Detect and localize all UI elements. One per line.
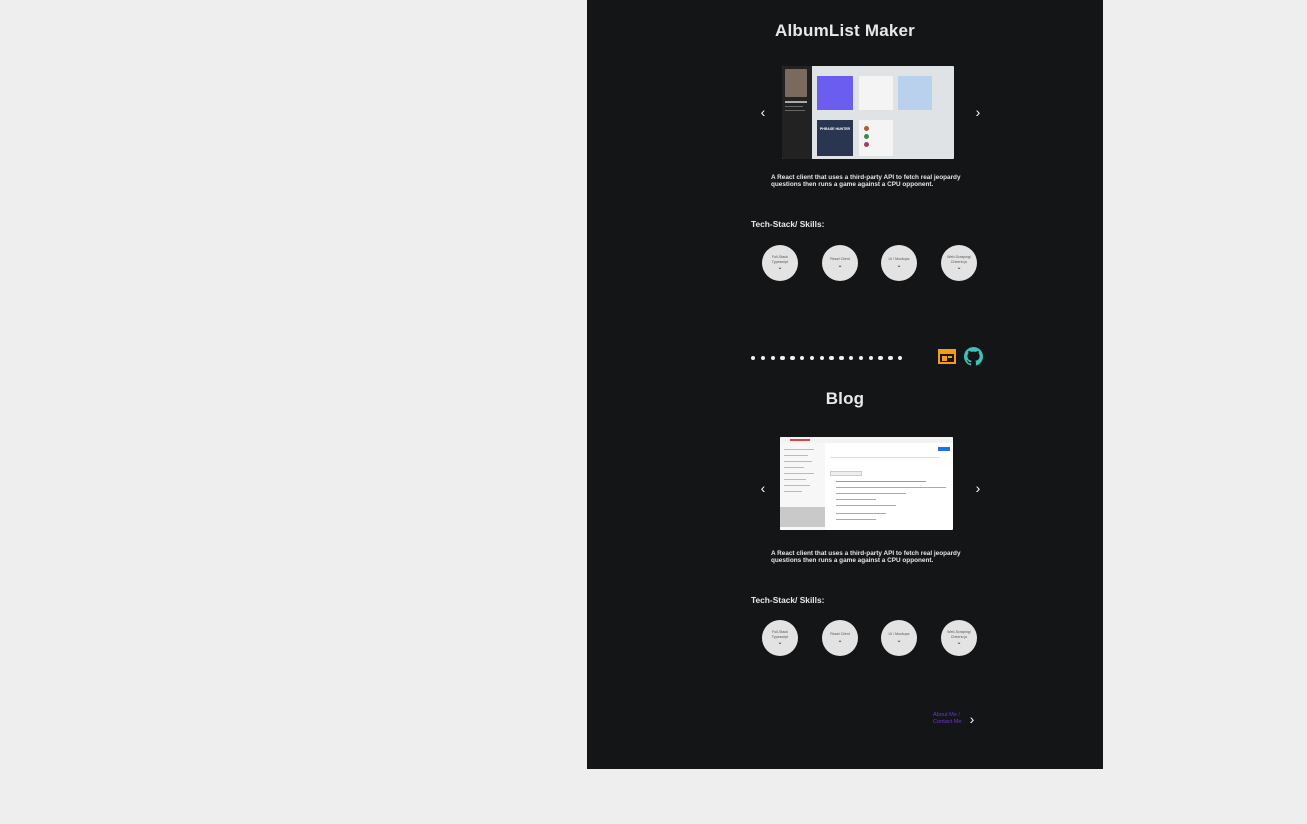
chevron-left-icon: ‹ — [760, 480, 766, 496]
skill-label: UI / Mockups — [888, 257, 910, 262]
github-link[interactable] — [964, 347, 983, 366]
pagination-dot[interactable] — [760, 356, 766, 361]
browser-window-icon — [938, 349, 956, 364]
skill-label: React Client — [830, 257, 850, 262]
chevron-down-icon: ⌄ — [896, 262, 902, 269]
pagination-dot[interactable] — [898, 356, 903, 361]
project-title: Blog — [825, 389, 865, 408]
project-screenshot — [780, 437, 953, 530]
chevron-down-icon: ⌄ — [837, 637, 843, 644]
skill-bubble[interactable]: React Client ⌄ — [822, 620, 858, 656]
carousel-prev-button[interactable]: ‹ — [757, 480, 769, 496]
pagination-dot[interactable] — [751, 356, 756, 361]
carousel-prev-button[interactable]: ‹ — [757, 104, 769, 120]
skill-label: React Client — [830, 632, 850, 637]
chevron-right-icon: › — [975, 104, 981, 120]
pagination-dot[interactable] — [829, 356, 834, 361]
pagination-dot[interactable] — [780, 356, 785, 361]
portfolio-frame: AlbumList Maker ‹ PHRASE HUNTER › A Reac… — [587, 0, 1103, 769]
website-link[interactable] — [938, 349, 956, 364]
tech-stack-label: Tech-Stack/ Skills: — [751, 219, 825, 229]
chevron-left-icon: ‹ — [760, 104, 766, 120]
pagination-dot[interactable] — [809, 356, 815, 361]
skill-bubble[interactable]: Web-Scraping/ Cheerio.js ⌄ — [941, 620, 977, 656]
chevron-down-icon: ⌄ — [956, 264, 962, 271]
skill-label: Web-Scraping/ Cheerio.js — [947, 630, 971, 639]
skill-label: Web-Scraping/ Cheerio.js — [947, 255, 971, 264]
pagination-dot[interactable] — [849, 356, 854, 361]
pagination-dot[interactable] — [770, 356, 775, 361]
project-title: AlbumList Maker — [775, 21, 915, 40]
carousel-next-button[interactable]: › — [972, 104, 984, 120]
chevron-right-icon: › — [975, 480, 981, 496]
skill-bubble[interactable]: Web-Scraping/ Cheerio.js ⌄ — [941, 245, 977, 281]
project-description: A React client that uses a third-party A… — [771, 174, 961, 189]
contact-link-line1: About Me / — [933, 712, 961, 718]
pagination-dot[interactable] — [790, 356, 795, 361]
tech-stack-label: Tech-Stack/ Skills: — [751, 595, 825, 605]
chevron-down-icon: ⌄ — [956, 639, 962, 646]
pagination-dot[interactable] — [839, 356, 844, 361]
skill-bubble[interactable]: Full-Stack Typescript ⌄ — [762, 245, 798, 281]
pagination-dot[interactable] — [888, 356, 893, 361]
chevron-right-icon: › — [969, 711, 975, 727]
skill-label: UI / Mockups — [888, 632, 910, 637]
pagination-dot[interactable] — [800, 356, 805, 361]
skill-bubble[interactable]: UI / Mockups ⌄ — [881, 620, 917, 656]
chevron-down-icon: ⌄ — [837, 262, 843, 269]
chevron-down-icon: ⌄ — [777, 639, 783, 646]
pagination-dot[interactable] — [819, 356, 824, 361]
skill-bubble[interactable]: UI / Mockups ⌄ — [881, 245, 917, 281]
pagination-dot[interactable] — [878, 356, 883, 361]
skill-bubble[interactable]: React Client ⌄ — [822, 245, 858, 281]
skill-label: Full-Stack Typescript — [771, 630, 789, 639]
pagination-dot[interactable] — [858, 356, 864, 361]
chevron-down-icon: ⌄ — [777, 264, 783, 271]
skill-bubble[interactable]: Full-Stack Typescript ⌄ — [762, 620, 798, 656]
pagination-dot[interactable] — [868, 356, 873, 361]
project-screenshot: PHRASE HUNTER — [782, 66, 954, 159]
project-description: A React client that uses a third-party A… — [771, 550, 961, 565]
skill-label: Full-Stack Typescript — [771, 255, 789, 264]
github-icon — [964, 347, 983, 366]
contact-link-line2: Contact Me — [933, 718, 962, 725]
screenshot-caption: PHRASE HUNTER — [819, 127, 851, 131]
contact-next-button[interactable]: › — [966, 711, 978, 727]
about-contact-link[interactable]: About Me / Contact Me — [933, 712, 969, 726]
chevron-down-icon: ⌄ — [896, 637, 902, 644]
carousel-next-button[interactable]: › — [972, 480, 984, 496]
